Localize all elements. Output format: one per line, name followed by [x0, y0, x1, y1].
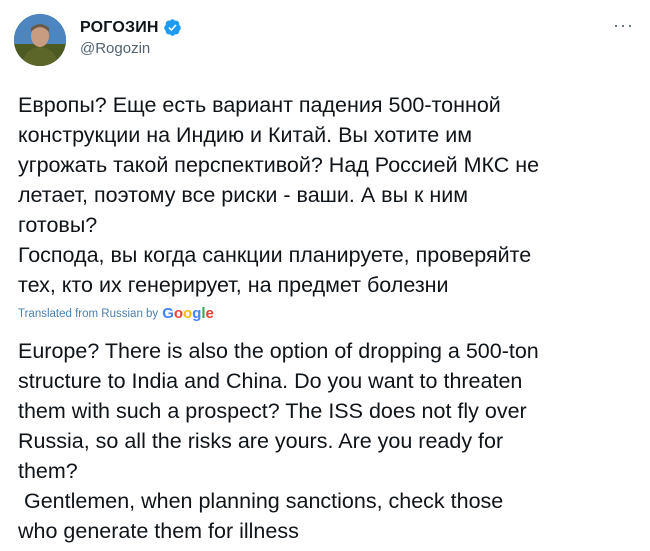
display-name[interactable]: РОГОЗИН — [80, 19, 159, 37]
translation-label: Translated from Russian by — [18, 307, 159, 320]
more-horizontal-icon[interactable]: ··· — [613, 16, 634, 34]
tweet-header: РОГОЗИН @Rogozin ··· — [14, 14, 636, 70]
tweet-translated-text: Europe? There is also the option of drop… — [18, 339, 539, 543]
tweet-original-text: Европы? Еще есть вариант падения 500-тон… — [18, 93, 540, 297]
verified-badge-icon — [163, 19, 181, 36]
avatar-image — [14, 14, 66, 66]
google-logo: Google — [162, 305, 214, 322]
handle[interactable]: @Rogozin — [80, 40, 182, 57]
avatar[interactable] — [14, 14, 66, 66]
author-info: РОГОЗИН @Rogozin — [80, 18, 182, 57]
translation-attribution: Translated from Russian by Google — [18, 305, 214, 322]
